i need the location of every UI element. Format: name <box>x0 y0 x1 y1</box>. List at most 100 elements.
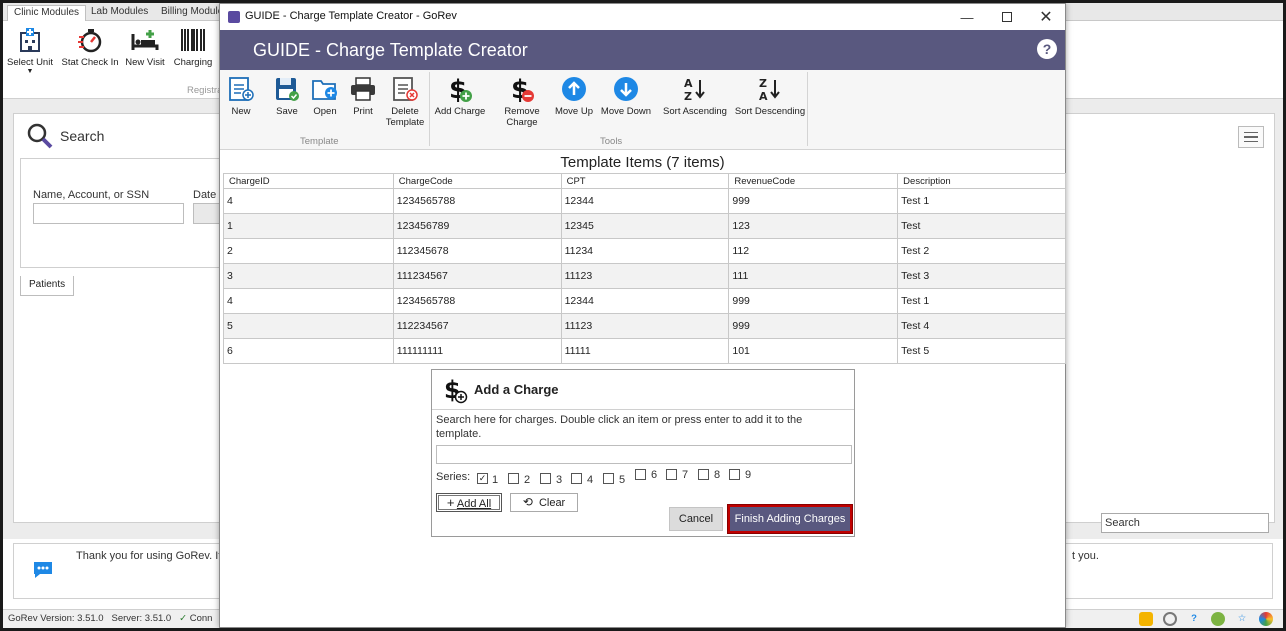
color-wheel-icon[interactable] <box>1259 612 1273 626</box>
table-row[interactable]: 4 1234565788 12344 999 Test 1 <box>223 188 1066 214</box>
bug-icon[interactable] <box>1211 612 1225 626</box>
series-checkbox-2[interactable] <box>508 473 519 484</box>
clear-label: Clear <box>538 497 566 509</box>
print-button[interactable]: Print <box>346 74 380 117</box>
help-icon[interactable]: ? <box>1037 39 1057 59</box>
series-checkbox-5[interactable] <box>603 473 614 484</box>
right-panel <box>1065 113 1275 523</box>
charge-search-input[interactable] <box>436 445 852 464</box>
template-items-table: ChargeID ChargeCode CPT RevenueCode Desc… <box>223 173 1066 364</box>
svg-text:A: A <box>759 90 768 102</box>
tab-patients[interactable]: Patients <box>20 276 75 296</box>
search-icon <box>27 123 53 149</box>
minimize-icon[interactable]: — <box>947 4 987 30</box>
series-label-4: 4 <box>587 474 594 486</box>
header-band: GUIDE - Charge Template Creator ? <box>220 30 1065 70</box>
sort-descending-icon: ZA <box>755 74 785 104</box>
series-checkbox-8[interactable] <box>698 469 709 480</box>
app-icon <box>228 11 240 23</box>
svg-text:A: A <box>684 77 693 90</box>
column-header[interactable]: ChargeID <box>223 173 394 189</box>
gear-icon[interactable] <box>1163 612 1177 626</box>
series-checkbox-3[interactable] <box>540 473 551 484</box>
hospital-icon <box>14 23 46 57</box>
save-button[interactable]: Save <box>270 74 304 117</box>
series-label-2: 2 <box>524 474 531 486</box>
column-header[interactable]: ChargeCode <box>392 173 562 189</box>
charging-button[interactable]: Charging <box>171 23 215 68</box>
column-header[interactable]: Description <box>897 173 1066 189</box>
name-account-ssn-input[interactable] <box>33 203 184 224</box>
open-button[interactable]: Open <box>308 74 342 117</box>
table-row[interactable]: 5 112234567 11123 999 Test 4 <box>223 313 1066 339</box>
add-charge-button[interactable]: $ Add Charge <box>434 74 486 117</box>
charge-template-creator-window: GUIDE - Charge Template Creator - GoRev … <box>219 3 1066 628</box>
clear-button[interactable]: ⟲ Clear <box>510 493 578 512</box>
new-visit-button[interactable]: New Visit <box>125 23 165 68</box>
close-icon[interactable]: ✕ <box>1026 4 1066 30</box>
table-cell: 111 <box>728 263 899 289</box>
add-charge-label: Add Charge <box>434 106 486 117</box>
series-label-8: 8 <box>714 469 721 481</box>
series-checkbox-4[interactable] <box>571 473 582 484</box>
new-button[interactable]: New <box>224 74 258 117</box>
name-account-ssn-label: Name, Account, or SSN <box>33 189 150 201</box>
table-cell: 3 <box>223 263 394 289</box>
select-unit-button[interactable]: Select Unit ▼ <box>7 23 53 75</box>
menu-icon[interactable] <box>1238 126 1264 148</box>
tab-clinic-modules[interactable]: Clinic Modules <box>7 5 87 21</box>
toolbar: Template Tools New Save Open Print Delet… <box>220 70 1065 150</box>
sort-ascending-label: Sort Ascending <box>663 106 727 117</box>
star-icon[interactable]: ☆ <box>1235 612 1249 626</box>
tab-lab-modules[interactable]: Lab Modules <box>85 5 154 21</box>
maximize-icon[interactable] <box>987 4 1027 30</box>
delete-label-line2: Template <box>385 117 425 128</box>
tools-icon[interactable] <box>1139 612 1153 626</box>
finish-adding-charges-button[interactable]: Finish Adding Charges <box>728 505 852 533</box>
table-row[interactable]: 1 123456789 12345 123 Test <box>223 213 1066 239</box>
page-title: GUIDE - Charge Template Creator <box>253 40 528 60</box>
right-search-input[interactable]: Search <box>1101 513 1269 533</box>
new-document-icon <box>226 74 256 104</box>
series-checkbox-9[interactable] <box>729 469 740 480</box>
table-cell: 12344 <box>560 288 730 314</box>
sort-ascending-button[interactable]: AZ Sort Ascending <box>662 74 728 117</box>
sort-descending-button[interactable]: ZA Sort Descending <box>734 74 806 117</box>
add-charge-title: Add a Charge <box>474 382 559 397</box>
table-cell: 2 <box>223 238 394 264</box>
stat-check-in-label: Stat Check In <box>61 57 119 68</box>
date-label: Date <box>193 189 217 201</box>
table-cell: 999 <box>728 288 899 314</box>
cancel-button[interactable]: Cancel <box>669 507 723 531</box>
help-icon[interactable]: ? <box>1187 612 1201 626</box>
series-checkbox-1[interactable]: ✓ <box>477 473 488 484</box>
status-left: GoRev Version: 3.51.0 Server: 3.51.0 ✓ C… <box>8 610 212 628</box>
printer-icon <box>348 74 378 104</box>
table-row[interactable]: 3 111234567 11123 111 Test 3 <box>223 263 1066 289</box>
ribbon-group-label: Registra <box>187 85 223 96</box>
arrow-up-icon <box>559 74 589 104</box>
move-up-button[interactable]: Move Up <box>554 74 594 117</box>
save-label: Save <box>276 106 298 117</box>
arrow-down-icon <box>611 74 641 104</box>
message-text: Thank you for using GoRev. It <box>76 550 222 562</box>
search-title: Search <box>60 128 105 144</box>
series-checkbox-6[interactable] <box>635 469 646 480</box>
series-label: Series: <box>436 471 471 483</box>
table-row[interactable]: 2 112345678 11234 112 Test 2 <box>223 238 1066 264</box>
open-label: Open <box>313 106 337 117</box>
table-cell: 11234 <box>560 238 730 264</box>
delete-template-button[interactable]: Delete Template <box>384 74 426 128</box>
remove-charge-button[interactable]: $ Remove Charge <box>500 74 544 128</box>
table-row[interactable]: 6 111111111 11111 101 Test 5 <box>223 338 1066 364</box>
series-checkbox-7[interactable] <box>666 469 677 480</box>
column-header[interactable]: CPT <box>560 173 730 189</box>
search-form: Name, Account, or SSN Date <box>20 158 234 268</box>
add-all-button[interactable]: + Add All <box>436 493 502 512</box>
move-down-button[interactable]: Move Down <box>600 74 652 117</box>
barcode-icon <box>177 23 209 57</box>
table-row[interactable]: 4 1234565788 12344 999 Test 1 <box>223 288 1066 314</box>
column-header[interactable]: RevenueCode <box>728 173 899 189</box>
move-down-label: Move Down <box>600 106 652 117</box>
stat-check-in-button[interactable]: Stat Check In <box>61 23 119 68</box>
